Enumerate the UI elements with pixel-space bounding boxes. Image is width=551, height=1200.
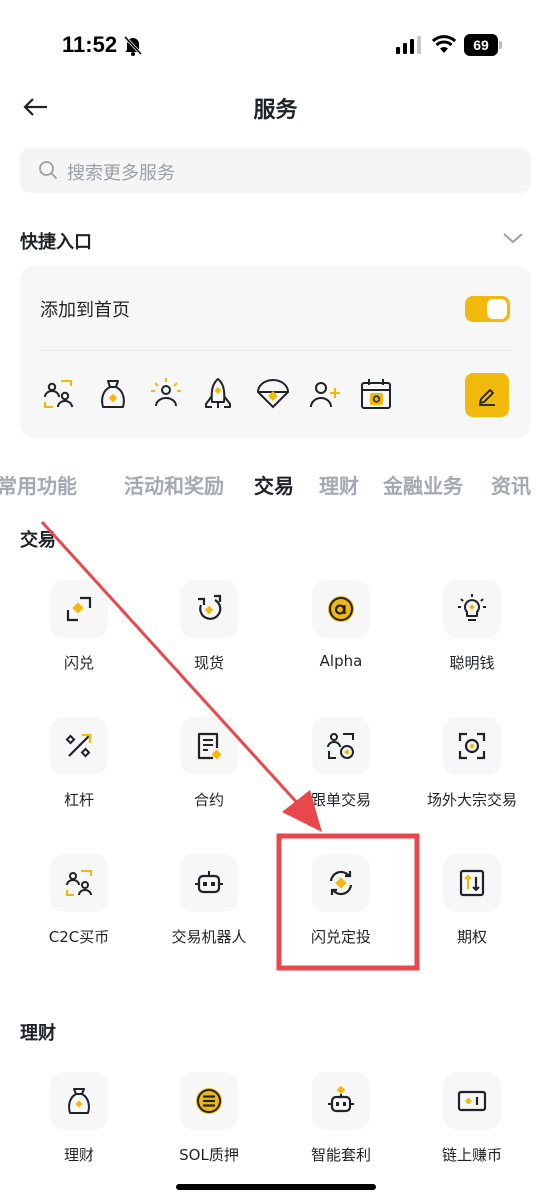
service-trading-bot[interactable]: 交易机器人 — [144, 854, 274, 964]
page-title: 服务 — [253, 98, 298, 123]
service-otc[interactable]: 场外大宗交易 — [407, 717, 537, 827]
status-bar: 11:52 69 — [0, 0, 551, 90]
service-label: 闪兑定投 — [310, 928, 371, 946]
tab-common-functions[interactable]: 常用功能 — [0, 470, 77, 499]
sol-staking-icon — [196, 1088, 222, 1114]
cellular-signal-icon — [396, 36, 421, 54]
service-label: 链上赚币 — [441, 1146, 502, 1164]
trade-section-title: 交易 — [20, 530, 56, 551]
wifi-icon — [432, 35, 456, 53]
spot-icon — [198, 594, 222, 620]
search-placeholder: 搜索更多服务 — [67, 163, 175, 184]
add-user-icon[interactable] — [307, 376, 343, 412]
bell-muted-icon — [123, 35, 143, 56]
quick-entry-title: 快捷入口 — [20, 232, 92, 253]
service-smart-arbitrage[interactable]: 智能套利 — [276, 1072, 406, 1182]
service-futures[interactable]: 合约 — [144, 717, 274, 827]
chevron-down-icon[interactable] — [502, 229, 524, 247]
service-label: 理财 — [63, 1146, 94, 1164]
service-smart-money[interactable]: 聪明钱 — [407, 580, 537, 690]
tab-activities-rewards[interactable]: 活动和奖励 — [124, 470, 224, 499]
add-to-home-toggle[interactable] — [465, 296, 510, 322]
c2c-icon[interactable] — [40, 376, 76, 412]
parachute-icon[interactable] — [255, 376, 291, 412]
service-copy-trading[interactable]: 跟单交易 — [276, 717, 406, 827]
service-label: C2C买币 — [48, 928, 110, 946]
onchain-earn-icon — [457, 1090, 487, 1112]
service-c2c[interactable]: C2C买币 — [14, 854, 144, 964]
service-label: Alpha — [319, 652, 363, 670]
service-alpha[interactable]: Alpha — [276, 580, 406, 690]
service-options[interactable]: 期权 — [407, 854, 537, 964]
service-label: 合约 — [193, 791, 224, 809]
service-recurring-convert[interactable]: 闪兑定投 — [276, 854, 406, 964]
service-onchain-earn[interactable]: 链上赚币 — [407, 1072, 537, 1182]
add-to-home-label: 添加到首页 — [40, 300, 130, 321]
service-label: SOL质押 — [179, 1146, 239, 1164]
alpha-icon — [328, 596, 354, 622]
options-icon — [459, 869, 485, 897]
service-spot[interactable]: 现货 — [144, 580, 274, 690]
earn-bag-icon — [68, 1088, 90, 1114]
tab-news[interactable]: 资讯 — [491, 470, 531, 499]
category-tabs: 常用功能 活动和奖励 交易 理财 金融业务 资讯 — [0, 470, 551, 504]
service-label: 智能套利 — [310, 1146, 371, 1164]
edit-shortcuts-button[interactable] — [465, 373, 509, 417]
trading-bot-icon — [195, 871, 223, 894]
pencil-icon — [479, 389, 495, 406]
smart-money-icon — [458, 594, 486, 621]
service-label: 场外大宗交易 — [426, 791, 517, 809]
c2c-icon — [66, 870, 92, 896]
service-convert[interactable]: 闪兑 — [14, 580, 144, 690]
calendar-alpha-icon[interactable] — [358, 376, 394, 412]
divider — [40, 350, 511, 351]
service-sol-staking[interactable]: SOL质押 — [144, 1072, 274, 1182]
service-label: 杠杆 — [63, 791, 94, 809]
quick-entry-card: 添加到首页 — [20, 266, 531, 438]
earn-section-title: 理财 — [20, 1023, 56, 1044]
service-label: 现货 — [193, 654, 224, 672]
battery-level: 69 — [464, 34, 498, 56]
service-earn[interactable]: 理财 — [14, 1072, 144, 1182]
battery-icon: 69 — [464, 34, 504, 56]
sunny-user-icon[interactable] — [148, 376, 184, 412]
service-label: 闪兑 — [63, 654, 94, 672]
service-label: 交易机器人 — [171, 928, 247, 946]
margin-icon — [65, 733, 92, 758]
service-label: 聪明钱 — [449, 654, 495, 672]
tab-financial-services[interactable]: 金融业务 — [383, 470, 463, 499]
tab-trade[interactable]: 交易 — [254, 470, 294, 499]
service-label: 跟单交易 — [310, 791, 371, 809]
tab-earn[interactable]: 理财 — [319, 470, 359, 499]
earn-bag-icon[interactable] — [95, 376, 131, 412]
copy-trading-icon — [327, 733, 354, 759]
home-indicator — [176, 1184, 376, 1190]
convert-icon — [66, 596, 92, 622]
otc-icon — [458, 732, 486, 760]
search-input[interactable]: 搜索更多服务 — [20, 148, 531, 193]
rocket-icon[interactable] — [200, 376, 236, 412]
status-time: 11:52 — [62, 32, 118, 57]
service-label: 期权 — [456, 928, 487, 946]
recurring-convert-icon — [329, 870, 353, 896]
futures-icon — [197, 732, 222, 760]
search-icon — [39, 161, 58, 180]
service-margin[interactable]: 杠杆 — [14, 717, 144, 827]
smart-arbitrage-icon — [328, 1085, 354, 1113]
